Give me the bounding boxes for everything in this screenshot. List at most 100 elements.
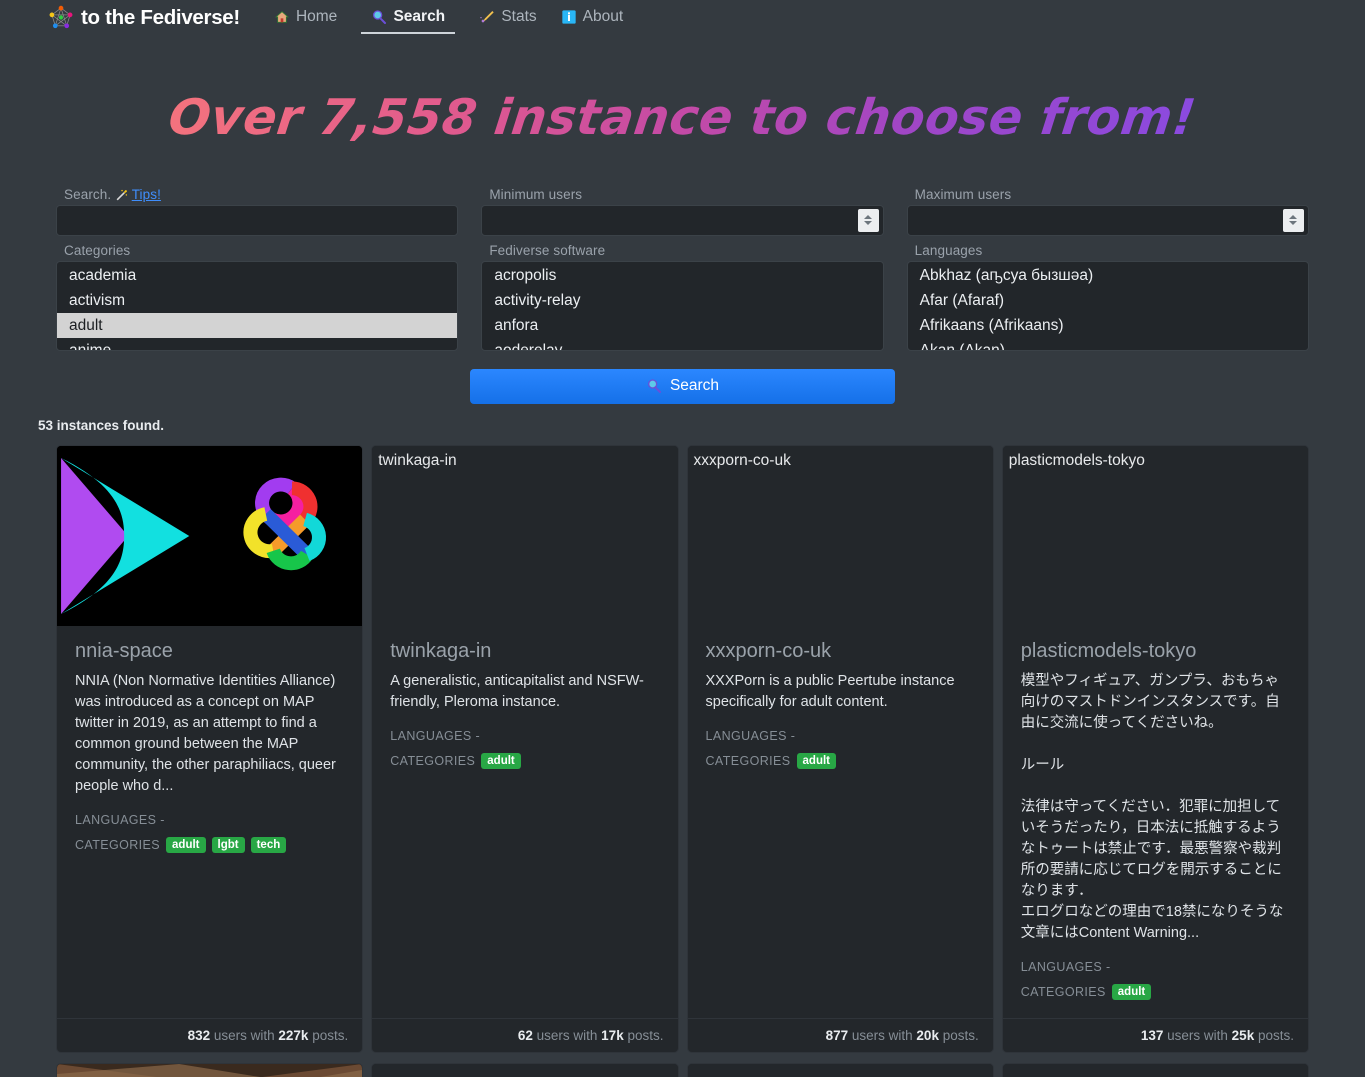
maximum-users-stepper[interactable] [1282, 208, 1304, 232]
software-option[interactable]: aoderelay [482, 338, 882, 350]
magnifier-icon [371, 9, 387, 25]
minimum-users-label: Minimum users [489, 186, 583, 202]
category-badge[interactable]: tech [250, 836, 287, 853]
card-users-suffix: users with [213, 1027, 275, 1043]
instance-card[interactable] [371, 1062, 679, 1077]
cards-row-next-partial [56, 1062, 1309, 1077]
search-input[interactable] [56, 204, 459, 236]
card-categories: CATEGORIES adult [1020, 983, 1290, 1000]
card-body: twinkaga-in A generalistic, anticapitali… [372, 626, 677, 1018]
results-grid: nnia-space NNIA (Non Normative Identitie… [0, 433, 1365, 1077]
card-body: xxxporn-co-uk XXXPorn is a public Peertu… [688, 626, 993, 1018]
languages-option[interactable]: Afrikaans (Afrikaans) [908, 313, 1308, 338]
card-banner-image [57, 1063, 363, 1077]
languages-meta-value: - [475, 728, 481, 743]
category-badge[interactable]: adult [1111, 983, 1152, 1000]
maximum-users-label: Maximum users [914, 186, 1012, 202]
card-title: twinkaga-in [390, 639, 492, 662]
instance-card[interactable]: plasticmodels-tokyo plasticmodels-tokyo … [1001, 444, 1309, 1053]
minimum-users-input[interactable] [481, 204, 884, 236]
instance-card[interactable]: twinkaga-in twinkaga-in A generalistic, … [371, 444, 679, 1053]
minimum-users-stepper[interactable] [857, 208, 879, 232]
card-banner-broken [1002, 1063, 1308, 1077]
card-post-count: 227k [278, 1027, 309, 1043]
brand-link[interactable]: to the Fediverse! [48, 5, 240, 31]
nav-item-home[interactable]: Home [262, 2, 349, 34]
tips-link[interactable]: Tips! [132, 187, 161, 202]
languages-meta-label: LANGUAGES [1020, 959, 1103, 974]
card-title: plasticmodels-tokyo [1020, 639, 1197, 662]
card-user-count: 832 [187, 1027, 211, 1043]
languages-meta-value: - [160, 812, 165, 827]
card-languages: LANGUAGES - [1021, 960, 1290, 974]
card-languages: LANGUAGES - [390, 729, 659, 743]
instance-card[interactable]: nnia-space NNIA (Non Normative Identitie… [56, 444, 364, 1053]
card-description: 模型やフィギュア、ガンプラ、おもちゃ向けのマストドンインスタンスです。自由に交流… [1020, 672, 1284, 941]
card-post-count: 25k [1231, 1027, 1255, 1043]
languages-option[interactable]: Afar (Afaraf) [908, 288, 1308, 313]
nav-item-stats[interactable]: Stats [467, 2, 548, 34]
categories-listbox[interactable]: academia activism adult anime [56, 260, 459, 351]
instance-card[interactable]: xxxporn-co-uk xxxporn-co-uk XXXPorn is a… [686, 444, 994, 1053]
card-users-suffix: users with [536, 1027, 598, 1043]
categories-option[interactable]: activism [57, 288, 457, 313]
nav-label-home: Home [295, 8, 338, 25]
card-footer: 832 users with 227k posts. [57, 1017, 363, 1052]
search-label-text: Search. [64, 186, 112, 202]
category-badge[interactable]: adult [481, 752, 521, 769]
categories-option-selected[interactable]: adult [57, 312, 458, 338]
languages-meta-label: LANGUAGES [390, 728, 472, 743]
cards-row: nnia-space NNIA (Non Normative Identitie… [56, 444, 1309, 1053]
card-banner-broken [687, 1063, 993, 1077]
search-label: Search. Tips! [64, 187, 458, 202]
info-icon [561, 9, 577, 25]
software-option[interactable]: anfora [482, 313, 882, 338]
card-user-count: 137 [1140, 1027, 1164, 1043]
nav-item-search[interactable]: Search [349, 2, 467, 34]
chevron-up-icon [1289, 215, 1298, 220]
instance-card[interactable] [686, 1062, 994, 1077]
category-badge[interactable]: adult [796, 752, 837, 769]
languages-option[interactable]: Abkhaz (аҧсуа бызшәа) [908, 263, 1308, 288]
software-option[interactable]: activity-relay [482, 288, 882, 313]
search-form: Search. Tips! Minimum users Maximum user… [0, 187, 1365, 404]
form-row-top: Search. Tips! Minimum users Maximum user… [56, 187, 1309, 236]
languages-label: Languages [914, 242, 983, 258]
maximum-users-input[interactable] [906, 204, 1309, 236]
languages-option[interactable]: Akan (Akan) [908, 338, 1308, 350]
instance-card[interactable] [56, 1062, 364, 1077]
languages-listbox[interactable]: Abkhaz (аҧсуа бызшәа) Afar (Afaraf) Afri… [906, 260, 1309, 351]
categories-option[interactable]: anime [57, 338, 457, 350]
card-banner-alt-text: twinkaga-in [378, 451, 457, 469]
magnifier-icon [646, 377, 662, 395]
search-button[interactable]: Search [469, 368, 896, 404]
search-button-label: Search [669, 377, 720, 395]
card-banner-broken: xxxporn-co-uk [687, 445, 993, 626]
categories-label: Categories [64, 242, 131, 258]
fediverse-logo-icon [48, 5, 74, 31]
brand-text: to the Fediverse! [81, 6, 240, 29]
search-button-row: Search [56, 368, 1309, 404]
languages-meta-value: - [1106, 959, 1111, 974]
category-badge[interactable]: adult [166, 836, 206, 853]
card-categories: CATEGORIES adult [390, 752, 659, 769]
card-user-count: 62 [517, 1027, 533, 1043]
instance-card[interactable] [1001, 1062, 1309, 1077]
card-description: XXXPorn is a public Peertube instance sp… [705, 672, 959, 710]
card-footer: 137 users with 25k posts. [1002, 1017, 1308, 1052]
card-body: nnia-space NNIA (Non Normative Identitie… [57, 626, 362, 1018]
chevron-up-icon [864, 215, 873, 220]
nav-item-about[interactable]: About [549, 2, 636, 34]
categories-meta-label: CATEGORIES [75, 837, 161, 852]
spacer-right [895, 369, 1309, 404]
software-option[interactable]: acropolis [482, 263, 882, 288]
software-listbox[interactable]: acropolis activity-relay anfora aoderela… [481, 260, 884, 351]
categories-option[interactable]: academia [57, 263, 457, 288]
category-badge[interactable]: lgbt [211, 836, 245, 853]
card-banner-alt-text: plasticmodels-tokyo [1008, 451, 1145, 469]
field-languages: Languages Abkhaz (аҧсуа бызшәа) Afar (Af… [906, 242, 1309, 351]
card-categories: CATEGORIES adult lgbt tech [75, 836, 344, 853]
form-row-lists: Categories academia activism adult anime… [56, 243, 1309, 351]
card-body: plasticmodels-tokyo 模型やフィギュア、ガンプラ、おもちゃ向け… [1003, 626, 1308, 1018]
categories-meta-label: CATEGORIES [1020, 984, 1106, 999]
